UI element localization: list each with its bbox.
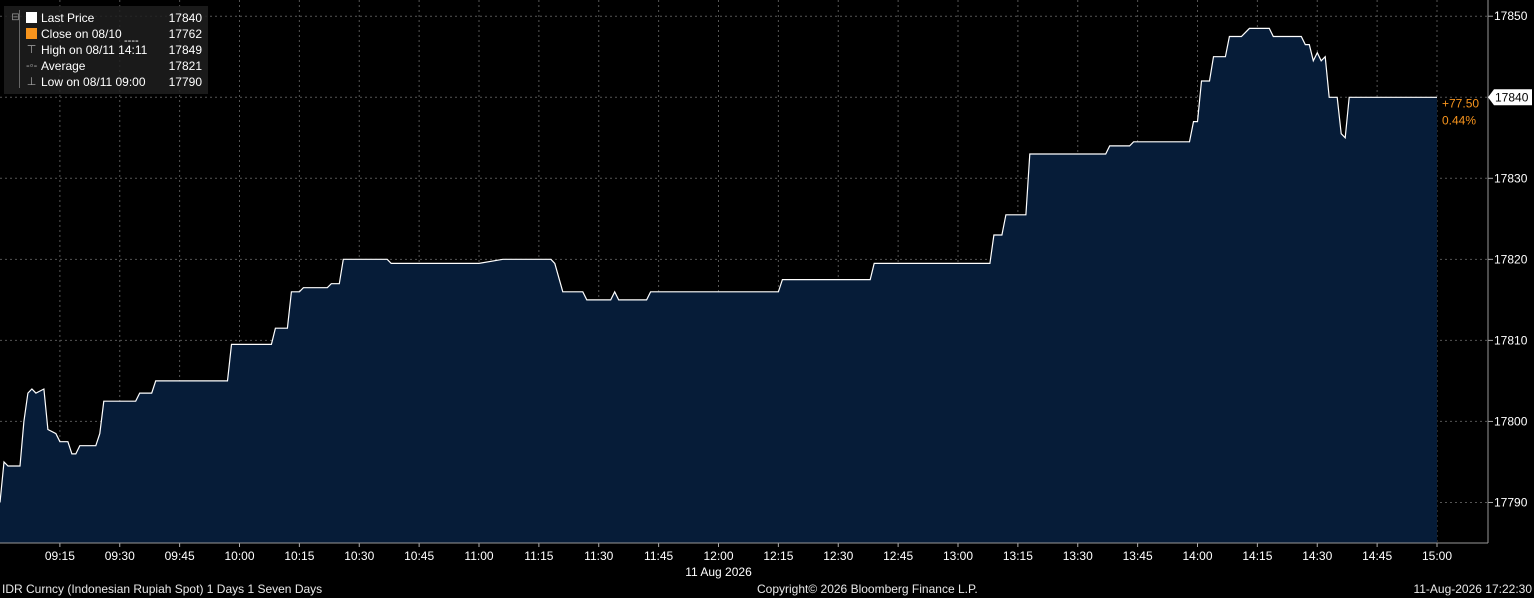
x-tick-label: 13:15 bbox=[1003, 549, 1033, 563]
x-tick-label: 12:00 bbox=[703, 549, 733, 563]
legend-value: 17762 bbox=[168, 27, 202, 41]
x-tick-label: 10:45 bbox=[404, 549, 434, 563]
last-price-label: 17840 bbox=[1495, 90, 1529, 104]
y-tick-label: 17830 bbox=[1494, 171, 1528, 185]
legend-entry-average: -◦- Average 17821 bbox=[10, 58, 204, 74]
y-tick-label: 17800 bbox=[1494, 414, 1528, 428]
x-tick-label: 13:00 bbox=[943, 549, 973, 563]
y-tick-label: 17810 bbox=[1494, 333, 1528, 347]
y-tick-label: 17790 bbox=[1494, 495, 1528, 509]
price-chart: 17790 17800 17810 17820 17830 17840 17850 09:15… bbox=[0, 0, 1532, 579]
x-tick-label: 10:00 bbox=[224, 549, 254, 563]
x-axis-date-label: 11 Aug 2026 bbox=[685, 565, 752, 579]
x-tick-label: 15:00 bbox=[1422, 549, 1452, 563]
x-tick-label: 11:15 bbox=[524, 549, 553, 563]
x-tick-label: 10:30 bbox=[344, 549, 374, 563]
x-tick-label: 11:00 bbox=[464, 549, 493, 563]
change-percent-label: 0.44% bbox=[1442, 113, 1476, 127]
x-tick-label: 13:30 bbox=[1063, 549, 1093, 563]
y-tick-label: 17850 bbox=[1494, 9, 1528, 23]
x-tick-label: 09:45 bbox=[165, 549, 195, 563]
footer-copyright: Copyright© 2026 Bloomberg Finance L.P. bbox=[757, 582, 978, 596]
collapse-icon[interactable]: ⊟ bbox=[10, 10, 21, 26]
y-tick-label: 17820 bbox=[1494, 252, 1528, 266]
legend-entry-close: Close on 08/10 ---- 17762 bbox=[10, 26, 204, 47]
x-tick-label: 09:30 bbox=[105, 549, 135, 563]
legend-entry-high: ⊤ High on 08/11 14:11 17849 bbox=[10, 42, 204, 58]
x-tick-label: 13:45 bbox=[1123, 549, 1153, 563]
legend-label: Average bbox=[41, 59, 86, 73]
x-tick-label: 14:30 bbox=[1302, 549, 1332, 563]
legend-value: 17840 bbox=[168, 11, 202, 25]
x-tick-label: 10:15 bbox=[284, 549, 314, 563]
x-tick-label: 12:45 bbox=[883, 549, 913, 563]
legend-entry-last-price: ⊟ Last Price 17840 bbox=[10, 10, 204, 26]
legend-value: 17849 bbox=[168, 43, 202, 57]
high-marker-icon: ⊤ bbox=[26, 44, 37, 56]
legend-label: Close on 08/10 bbox=[41, 27, 122, 41]
white-square-icon bbox=[26, 12, 37, 23]
x-tick-label: 11:30 bbox=[584, 549, 613, 563]
x-tick-label: 12:15 bbox=[763, 549, 793, 563]
footer-security-description: IDR Curncy (Indonesian Rupiah Spot) 1 Da… bbox=[2, 582, 323, 596]
orange-square-icon bbox=[26, 28, 37, 39]
chart-legend: ⊟ Last Price 17840 Close on 08/10 ---- 1… bbox=[4, 6, 208, 94]
footer-timestamp: 11-Aug-2026 17:22:30 bbox=[1413, 582, 1532, 596]
low-marker-icon: ⊥ bbox=[26, 76, 37, 88]
legend-label: High on 08/11 14:11 bbox=[41, 43, 148, 57]
x-tick-label: 14:45 bbox=[1362, 549, 1392, 563]
change-value-label: +77.50 bbox=[1442, 96, 1479, 110]
legend-value: 17821 bbox=[168, 59, 202, 73]
x-tick-label: 09:15 bbox=[45, 549, 75, 563]
x-tick-label: 11:45 bbox=[644, 549, 673, 563]
legend-value: 17790 bbox=[168, 75, 202, 89]
average-marker-icon: -◦- bbox=[26, 60, 38, 72]
legend-label: Low on 08/11 09:00 bbox=[41, 75, 146, 89]
x-tick-label: 12:30 bbox=[823, 549, 853, 563]
last-price-marker: 17840 bbox=[1488, 89, 1532, 106]
legend-label: Last Price bbox=[41, 11, 95, 25]
x-tick-label: 14:15 bbox=[1242, 549, 1272, 563]
x-tick-label: 14:00 bbox=[1182, 549, 1212, 563]
legend-entry-low: ⊥ Low on 08/11 09:00 17790 bbox=[10, 74, 204, 90]
